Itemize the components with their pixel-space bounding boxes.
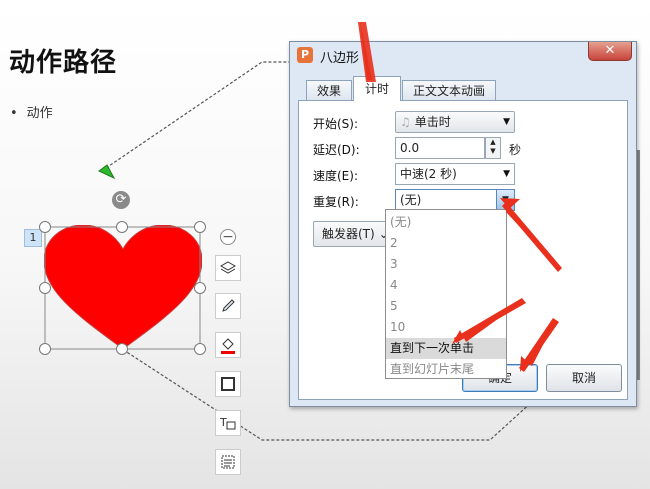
outline-style-icon[interactable]	[215, 371, 241, 397]
repeat-label: 重复(R):	[313, 195, 359, 209]
dialog-titlebar[interactable]: P 八边形 ✕	[290, 42, 636, 70]
delay-spinner[interactable]: ▲ ▼	[485, 137, 501, 159]
delay-input[interactable]: 0.0	[395, 137, 485, 159]
animation-order-badge[interactable]: 1	[24, 229, 42, 247]
start-value: 单击时	[414, 115, 451, 129]
trigger-label: 触发器(T)	[322, 227, 375, 241]
repeat-dropdown-list: (无) 2 3 4 5 10 直到下一次单击 直到幻灯片末尾	[385, 209, 507, 379]
tab-timing[interactable]: 计时	[353, 76, 401, 101]
delay-label: 延迟(D):	[313, 143, 360, 157]
spin-up-icon[interactable]: ▲	[486, 138, 500, 147]
tab-effect[interactable]: 效果	[306, 80, 352, 100]
resize-handle-b[interactable]	[116, 343, 128, 355]
svg-text:T: T	[219, 416, 227, 429]
heart-shape[interactable]	[44, 225, 202, 355]
path-start-marker[interactable]	[98, 164, 116, 180]
repeat-option[interactable]: 3	[386, 254, 506, 275]
dropdown-arrow-icon[interactable]: ▼	[496, 190, 514, 210]
text-wrap-icon[interactable]	[215, 449, 241, 475]
spin-down-icon[interactable]: ▼	[486, 147, 500, 156]
repeat-option[interactable]: 5	[386, 296, 506, 317]
chevron-down-icon: ▼	[503, 169, 510, 179]
dialog-title: 八边形	[320, 51, 360, 66]
repeat-option[interactable]: 10	[386, 317, 506, 338]
layers-icon[interactable]	[215, 255, 241, 281]
repeat-select[interactable]: (无) ▼	[395, 189, 515, 211]
rotate-handle-icon[interactable]: ⟳	[112, 191, 130, 209]
app-icon: P	[297, 47, 313, 63]
repeat-option[interactable]: (无)	[386, 212, 506, 233]
collapse-toolbar-button[interactable]: −	[220, 229, 236, 245]
resize-handle-tl[interactable]	[39, 221, 51, 233]
start-select[interactable]: ♫ 单击时 ▼	[395, 111, 515, 133]
close-button[interactable]: ✕	[588, 42, 632, 61]
resize-handle-t[interactable]	[116, 221, 128, 233]
trigger-button[interactable]: 触发器(T) ⌄	[313, 221, 393, 247]
chevron-down-icon: ▼	[503, 117, 510, 127]
repeat-option[interactable]: 2	[386, 233, 506, 254]
mouse-click-icon: ♫	[400, 115, 411, 129]
resize-handle-r[interactable]	[194, 282, 206, 294]
speed-select[interactable]: 中速(2 秒) ▼	[395, 163, 515, 185]
cancel-button[interactable]: 取消	[546, 364, 622, 392]
text-box-icon[interactable]: T	[215, 410, 241, 436]
repeat-option[interactable]: 4	[386, 275, 506, 296]
pen-icon[interactable]	[215, 293, 241, 319]
resize-handle-l[interactable]	[39, 282, 51, 294]
speed-label: 速度(E):	[313, 169, 358, 183]
fill-color-icon[interactable]	[215, 332, 241, 358]
resize-handle-tr[interactable]	[194, 221, 206, 233]
tab-text-animation[interactable]: 正文文本动画	[402, 80, 496, 100]
repeat-value: (无)	[400, 193, 422, 207]
repeat-option-until-next-click[interactable]: 直到下一次单击	[386, 338, 506, 359]
start-label: 开始(S):	[313, 117, 359, 131]
repeat-option[interactable]: 直到幻灯片末尾	[386, 359, 506, 380]
resize-handle-bl[interactable]	[39, 343, 51, 355]
speed-value: 中速(2 秒)	[400, 167, 457, 181]
delay-unit: 秒	[509, 143, 522, 157]
resize-handle-br[interactable]	[194, 343, 206, 355]
